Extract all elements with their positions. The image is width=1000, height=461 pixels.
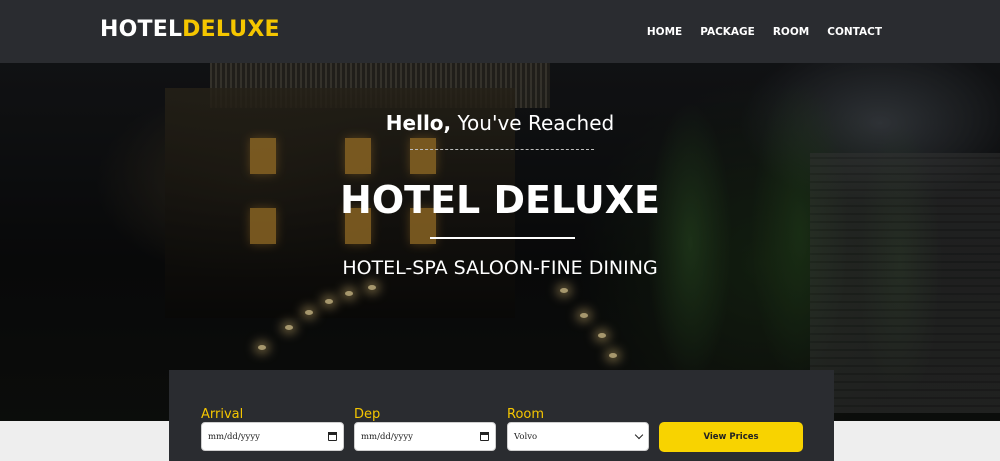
departure-date-input[interactable]: mm/dd/yyyy: [354, 422, 496, 451]
nav-package[interactable]: PACKAGE: [700, 25, 755, 39]
nav-home[interactable]: HOME: [647, 25, 682, 39]
arrival-date-value: mm/dd/yyyy: [208, 431, 260, 442]
dep-label: Dep: [354, 407, 381, 422]
hero-banner: Hello, You've Reached HOTEL DELUXE HOTEL…: [0, 63, 1000, 421]
calendar-icon[interactable]: [328, 432, 337, 441]
site-header: HOTELDELUXE HOME PACKAGE ROOM CONTACT: [0, 0, 1000, 63]
nav-room[interactable]: ROOM: [773, 25, 809, 39]
site-logo[interactable]: HOTELDELUXE: [100, 16, 280, 44]
arrival-label: Arrival: [201, 407, 244, 422]
hero-greeting-bold: Hello,: [385, 111, 452, 135]
logo-text-deluxe: DELUXE: [182, 17, 280, 42]
room-label: Room: [507, 407, 545, 422]
logo-text-hotel: HOTEL: [100, 17, 183, 42]
booking-panel: Arrival mm/dd/yyyy Dep mm/dd/yyyy Room V…: [169, 370, 834, 461]
chevron-down-icon: [634, 430, 644, 440]
hero-subtitle: HOTEL-SPA SALOON-FINE DINING: [342, 257, 658, 279]
hero-divider-dashed: [410, 149, 594, 150]
arrival-date-input[interactable]: mm/dd/yyyy: [201, 422, 344, 451]
room-select-value: Volvo: [514, 431, 538, 442]
main-nav: HOME PACKAGE ROOM CONTACT: [629, 25, 882, 39]
room-select[interactable]: Volvo: [507, 422, 649, 451]
departure-date-value: mm/dd/yyyy: [361, 431, 413, 442]
hero-greeting-rest: You've Reached: [451, 111, 615, 135]
view-prices-button[interactable]: View Prices: [659, 422, 803, 452]
hero-greeting: Hello, You've Reached: [0, 110, 1000, 136]
hero-title: HOTEL DELUXE: [340, 178, 660, 222]
nav-contact[interactable]: CONTACT: [827, 25, 882, 39]
calendar-icon[interactable]: [480, 432, 489, 441]
hero-divider-solid: [430, 237, 575, 239]
